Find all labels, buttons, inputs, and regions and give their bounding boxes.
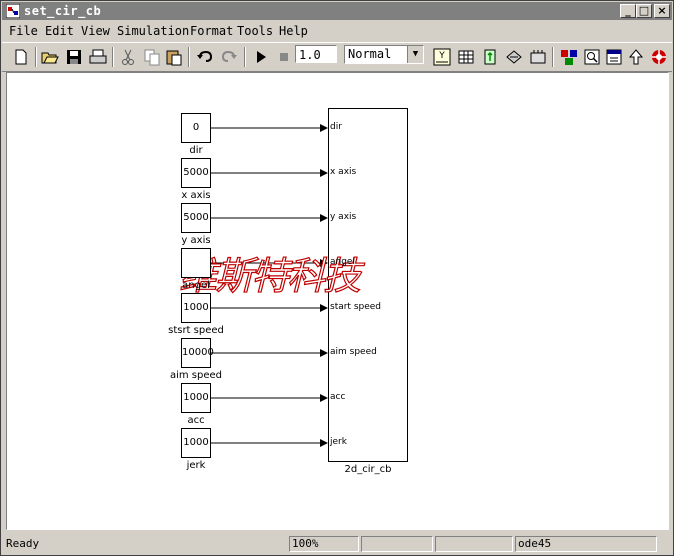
library-browser-icon[interactable]: Y [432,47,452,67]
status-cell-empty-2 [435,536,513,552]
help-icon[interactable] [649,47,669,67]
constant-block-label: aim speed [169,370,223,381]
svg-text:Y: Y [438,51,445,61]
redo-icon[interactable] [219,47,239,67]
build-icon[interactable] [504,47,524,67]
simulink-app-icon [6,4,20,18]
toolbar: Y [2,42,672,72]
start-simulation-icon[interactable] [251,47,271,67]
subsystem-input-port: start speed [330,302,382,312]
model-browser-icon[interactable] [559,47,579,67]
subsystem-name: 2d_cir_cb [344,464,392,475]
constant-block-label: x axis [181,190,211,201]
constant-block[interactable]: 1000 [181,428,211,458]
find-icon[interactable] [582,47,602,67]
paste-icon[interactable] [164,47,184,67]
constant-block-label: acc [187,415,205,426]
signal-arrow [320,439,328,447]
signal-arrow [320,304,328,312]
menu-simulation[interactable]: Simulation [117,24,189,38]
signal-arrow [320,214,328,222]
signal-arrow [320,124,328,132]
status-zoom: 100% [289,536,359,552]
status-bar: Ready 100% ode45 [2,534,672,554]
model-explorer-icon[interactable] [456,47,476,67]
menu-help[interactable]: Help [279,24,308,38]
menu-edit[interactable]: Edit [45,24,74,38]
new-model-icon[interactable] [11,47,31,67]
signal-arrow [320,394,328,402]
simulation-mode-value: Normal [348,47,392,61]
status-state: Ready [6,537,40,550]
resize-grip-icon[interactable] [658,536,671,552]
constant-block[interactable]: 10000 [181,338,214,368]
undo-icon[interactable] [195,47,215,67]
maximize-button[interactable]: □ [636,4,652,18]
status-solver: ode45 [515,536,657,552]
properties-icon[interactable] [604,47,624,67]
constant-block[interactable]: 0 [181,113,211,143]
subsystem-input-port: aim speed [330,347,377,357]
subsystem-input-port: dir [330,122,342,132]
menu-file[interactable]: File [9,24,38,38]
model-canvas[interactable]: 2d_cir_cb 维斯特科技 0 dir dir 5000 x axis x axis 5… [6,72,669,530]
stop-time-input[interactable]: 1.0 [295,45,337,63]
constant-block-label: stsrt speed [168,325,224,336]
subsystem-input-port: acc [330,392,346,402]
subsystem-input-port: jerk [330,437,347,447]
chevron-down-icon[interactable]: ▼ [407,46,423,63]
signal-arrow [320,349,328,357]
constant-block[interactable]: 1000 [181,293,211,323]
menu-bar: File Edit View Simulation Format Tools H… [2,22,672,40]
close-button[interactable]: × [654,4,670,18]
go-to-parent-icon[interactable] [626,47,646,67]
simulink-window: set_cir_cb _ □ × File Edit View Simulati… [0,0,674,556]
cut-icon[interactable] [118,47,138,67]
constant-block-label: jerk [186,460,206,471]
stop-simulation-icon[interactable] [274,47,294,67]
title-bar[interactable]: set_cir_cb _ □ × [2,2,672,20]
constant-block-label: y axis [181,235,211,246]
subsystem-input-port: y axis [330,212,357,222]
constant-block-label: angel [182,280,210,291]
constant-block[interactable]: 5000 [181,158,211,188]
simulation-mode-select[interactable]: Normal ▼ [344,45,424,64]
subsystem-input-port: x axis [330,167,357,177]
save-icon[interactable] [64,47,84,67]
window-title: set_cir_cb [24,4,102,18]
status-cell-empty-1 [361,536,433,552]
constant-block-label: dir [189,145,203,156]
constant-block[interactable] [181,248,211,278]
print-icon[interactable] [88,47,108,67]
open-folder-icon[interactable] [40,47,60,67]
copy-icon[interactable] [142,47,162,67]
subsystem-input-port: angel [330,257,355,267]
menu-format[interactable]: Format [190,24,233,38]
minimize-button[interactable]: _ [620,4,636,18]
constant-block[interactable]: 1000 [181,383,211,413]
update-diagram-icon[interactable] [480,47,500,67]
constant-block[interactable]: 5000 [181,203,211,233]
menu-view[interactable]: View [81,24,110,38]
debug-icon[interactable] [528,47,548,67]
signal-arrow [320,169,328,177]
menu-tools[interactable]: Tools [237,24,273,38]
